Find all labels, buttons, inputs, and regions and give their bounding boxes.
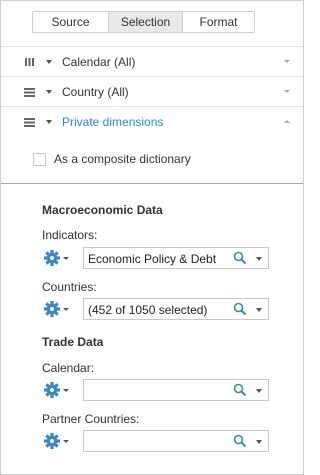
section-title-trade: Trade Data [42, 335, 104, 349]
expand-icon[interactable] [284, 60, 290, 63]
dimension-row-calendar[interactable]: Calendar (All) [1, 46, 303, 76]
dimension-row-private[interactable]: Private dimensions [1, 106, 303, 136]
dimension-label[interactable]: Private dimensions [62, 115, 163, 129]
tab-selection[interactable]: Selection [108, 12, 182, 32]
dimension-label: Country (All) [62, 85, 129, 99]
composite-checkbox[interactable] [33, 152, 46, 166]
dimension-label: Calendar (All) [62, 55, 136, 69]
chevron-down-icon[interactable] [46, 90, 52, 94]
chevron-down-icon[interactable] [256, 389, 262, 393]
calendar-combo[interactable] [83, 379, 269, 401]
search-icon[interactable] [233, 251, 247, 265]
tab-bar: Source Selection Format [32, 11, 255, 33]
selection-panel: Source Selection Format Calendar (All) C… [0, 0, 304, 475]
rows-icon[interactable] [24, 86, 35, 97]
field-label-partner-countries: Partner Countries: [42, 412, 140, 426]
search-icon[interactable] [233, 434, 247, 448]
tab-source[interactable]: Source [33, 12, 108, 32]
gear-icon[interactable] [44, 432, 70, 450]
countries-combo[interactable]: (452 of 1050 selected) [83, 298, 269, 320]
combo-value: (452 of 1050 selected) [88, 303, 208, 317]
dimension-row-country[interactable]: Country (All) [1, 76, 303, 106]
combo-value: Economic Policy & Debt [88, 252, 217, 266]
field-label-calendar: Calendar: [42, 361, 95, 375]
chevron-down-icon[interactable] [256, 257, 262, 261]
divider [1, 183, 303, 184]
collapse-icon[interactable] [284, 120, 290, 123]
gear-icon[interactable] [44, 249, 70, 267]
indicators-combo[interactable]: Economic Policy & Debt [83, 247, 269, 269]
composite-option[interactable]: As a composite dictionary [33, 152, 191, 166]
rows-icon[interactable] [24, 116, 35, 127]
partner-countries-combo[interactable] [83, 430, 269, 452]
field-label-countries: Countries: [42, 280, 97, 294]
field-label-indicators: Indicators: [42, 228, 98, 242]
composite-label: As a composite dictionary [54, 152, 191, 166]
chevron-down-icon[interactable] [256, 440, 262, 444]
chevron-down-icon[interactable] [46, 120, 52, 124]
chevron-down-icon[interactable] [46, 60, 52, 64]
section-title-macro: Macroeconomic Data [42, 203, 163, 217]
chevron-down-icon[interactable] [256, 308, 262, 312]
tab-format[interactable]: Format [182, 12, 254, 32]
search-icon[interactable] [233, 383, 247, 397]
search-icon[interactable] [233, 302, 247, 316]
expand-icon[interactable] [284, 90, 290, 93]
columns-icon[interactable] [24, 56, 35, 66]
gear-icon[interactable] [44, 381, 70, 399]
gear-icon[interactable] [44, 300, 70, 318]
